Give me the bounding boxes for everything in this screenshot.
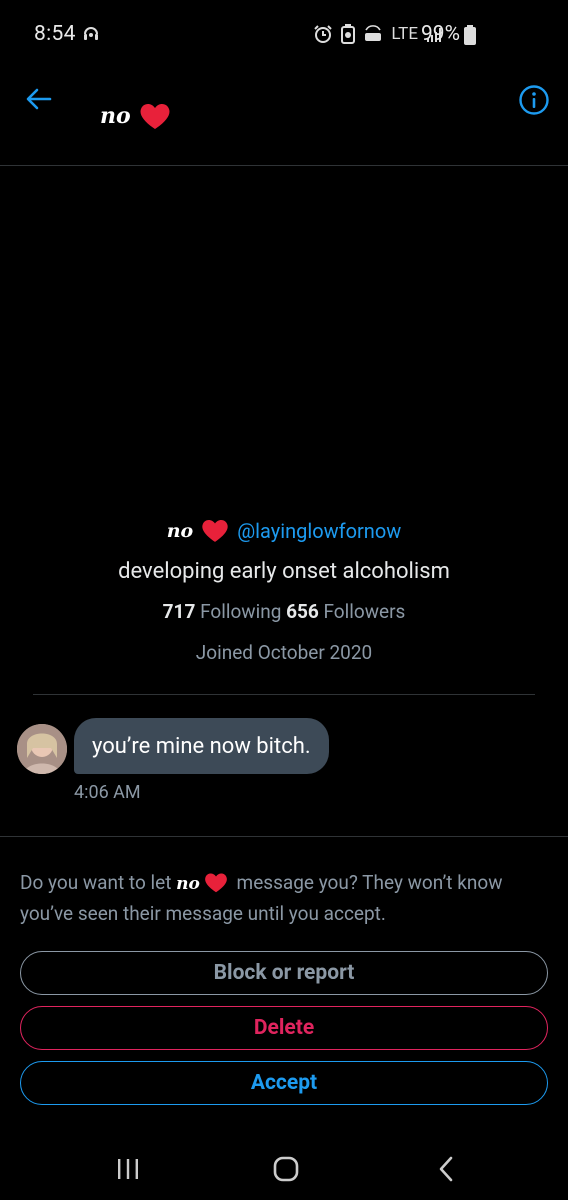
- battery-icon: [464, 25, 476, 45]
- status-bar: 8:54 LTE 99%: [0, 0, 568, 72]
- following-label[interactable]: Following: [200, 600, 281, 623]
- prompt-text-before: Do you want to let: [20, 871, 177, 894]
- message-bubble[interactable]: you’re mine now bitch.: [74, 718, 329, 774]
- accept-button[interactable]: Accept: [20, 1061, 548, 1105]
- profile-display-name: no: [166, 519, 194, 542]
- divider: [33, 694, 535, 695]
- podcast-app-icon: [84, 27, 98, 40]
- back-arrow-icon[interactable]: [24, 84, 54, 114]
- volte-icon: [365, 25, 382, 41]
- followers-label[interactable]: Followers: [324, 600, 406, 623]
- avatar[interactable]: [17, 724, 67, 774]
- prompt-sender-name: no: [176, 874, 200, 894]
- home-icon[interactable]: [273, 1155, 299, 1183]
- header-display-name: no: [100, 103, 131, 129]
- conversation-title: no: [100, 102, 171, 130]
- battery-percent: 99%: [421, 22, 460, 46]
- heart-icon: [140, 103, 170, 129]
- message-timestamp: 4:06 AM: [74, 782, 141, 803]
- recent-apps-icon[interactable]: [116, 1157, 140, 1181]
- heart-icon: [204, 873, 227, 893]
- battery-saver-icon: [341, 24, 356, 44]
- divider: [0, 836, 568, 837]
- status-time: 8:54: [34, 22, 76, 46]
- following-count[interactable]: 717: [163, 600, 196, 623]
- avatar-photo: [17, 724, 67, 774]
- heart-icon: [202, 519, 228, 542]
- network-type: LTE: [391, 24, 418, 44]
- followers-count[interactable]: 656: [286, 600, 319, 623]
- alarm-icon: [314, 25, 333, 43]
- profile-bio: developing early onset alcoholism: [118, 559, 450, 584]
- profile-handle-link[interactable]: @layinglowfornow: [237, 519, 401, 543]
- info-icon[interactable]: [518, 84, 550, 116]
- back-icon[interactable]: [437, 1155, 455, 1183]
- profile-summary: no @layinglowfornow developing early ons…: [0, 518, 568, 665]
- profile-joined-date: Joined October 2020: [195, 641, 373, 664]
- block-or-report-button[interactable]: Block or report: [20, 951, 548, 995]
- delete-button[interactable]: Delete: [20, 1006, 548, 1050]
- conversation-header: no: [0, 72, 568, 166]
- profile-stats: 717 Following 656 Followers: [0, 600, 568, 623]
- message-request-prompt: Do you want to let no message you? They …: [20, 868, 550, 928]
- system-navigation-bar: [0, 1140, 568, 1200]
- profile-identity: no @layinglowfornow: [0, 518, 568, 543]
